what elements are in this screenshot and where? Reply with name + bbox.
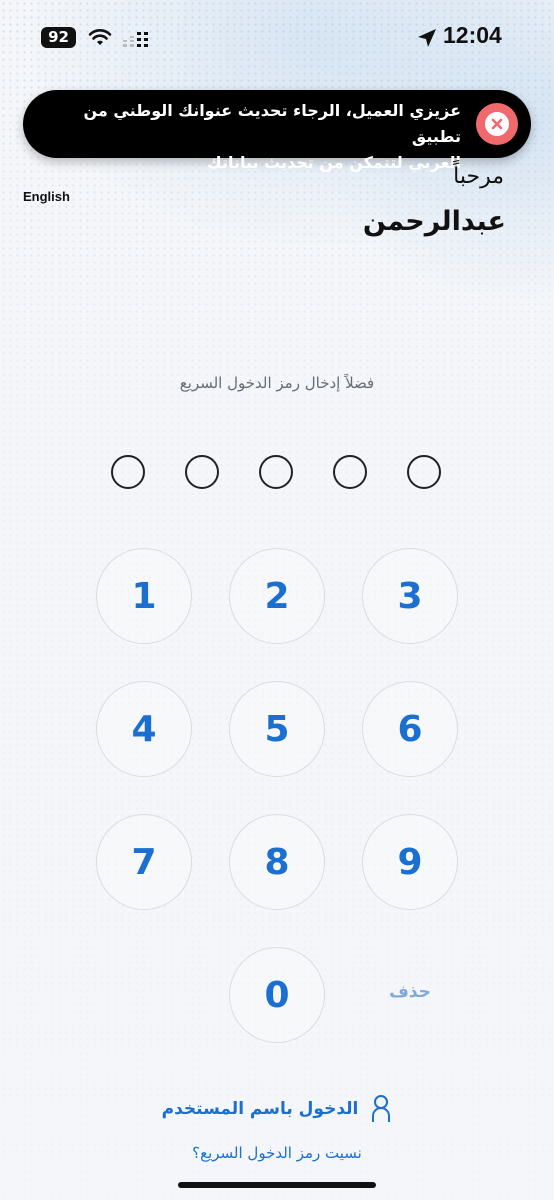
pin-prompt: فضلاً إدخال رمز الدخول السريع (179, 374, 375, 392)
keypad-key-5[interactable]: 5 (229, 681, 325, 777)
keypad-key-7[interactable]: 7 (96, 814, 192, 910)
wifi-icon (88, 29, 112, 45)
keypad-key-1[interactable]: 1 (96, 548, 192, 644)
keypad-key-3[interactable]: 3 (362, 548, 458, 644)
delete-button[interactable]: حذف (380, 982, 440, 1002)
toast-message-line-2: العربي لتتمكن من تحديث بياناتك (207, 153, 461, 172)
welcome-text: مرحباً (453, 164, 504, 189)
keypad-key-9[interactable]: 9 (362, 814, 458, 910)
battery-indicator: 92 (41, 27, 76, 48)
login-with-username-button[interactable]: الدخول باسم المستخدم (0, 1094, 554, 1124)
keypad-key-6[interactable]: 6 (362, 681, 458, 777)
pin-dot (185, 455, 219, 489)
toast-close-button[interactable] (476, 103, 518, 145)
keypad-key-8[interactable]: 8 (229, 814, 325, 910)
pin-dot (333, 455, 367, 489)
language-toggle[interactable]: English (23, 189, 70, 204)
cellular-signal-icon (123, 32, 148, 47)
clock: 12:04 (443, 22, 502, 48)
home-indicator (178, 1182, 376, 1188)
pin-dot (111, 455, 145, 489)
status-bar: 92 12:04 (0, 0, 554, 76)
toast-message: عزيزي العميل، الرجاء تحديث عنوانك الوطني… (41, 98, 461, 176)
keypad-key-2[interactable]: 2 (229, 548, 325, 644)
forgot-pin-link[interactable]: نسيت رمز الدخول السريع؟ (0, 1144, 554, 1162)
keypad-key-4[interactable]: 4 (96, 681, 192, 777)
location-arrow-icon (418, 29, 436, 47)
pin-dot (259, 455, 293, 489)
keypad-key-0[interactable]: 0 (229, 947, 325, 1043)
login-with-username-label: الدخول باسم المستخدم (161, 1099, 359, 1119)
toast-notification: عزيزي العميل، الرجاء تحديث عنوانك الوطني… (23, 90, 531, 172)
user-name: عبدالرحمن (362, 206, 506, 237)
pin-indicators (0, 455, 554, 493)
user-icon (372, 1095, 391, 1122)
toast-message-line-1: عزيزي العميل، الرجاء تحديث عنوانك الوطني… (83, 101, 461, 146)
pin-dot (407, 455, 441, 489)
close-icon (485, 112, 509, 136)
